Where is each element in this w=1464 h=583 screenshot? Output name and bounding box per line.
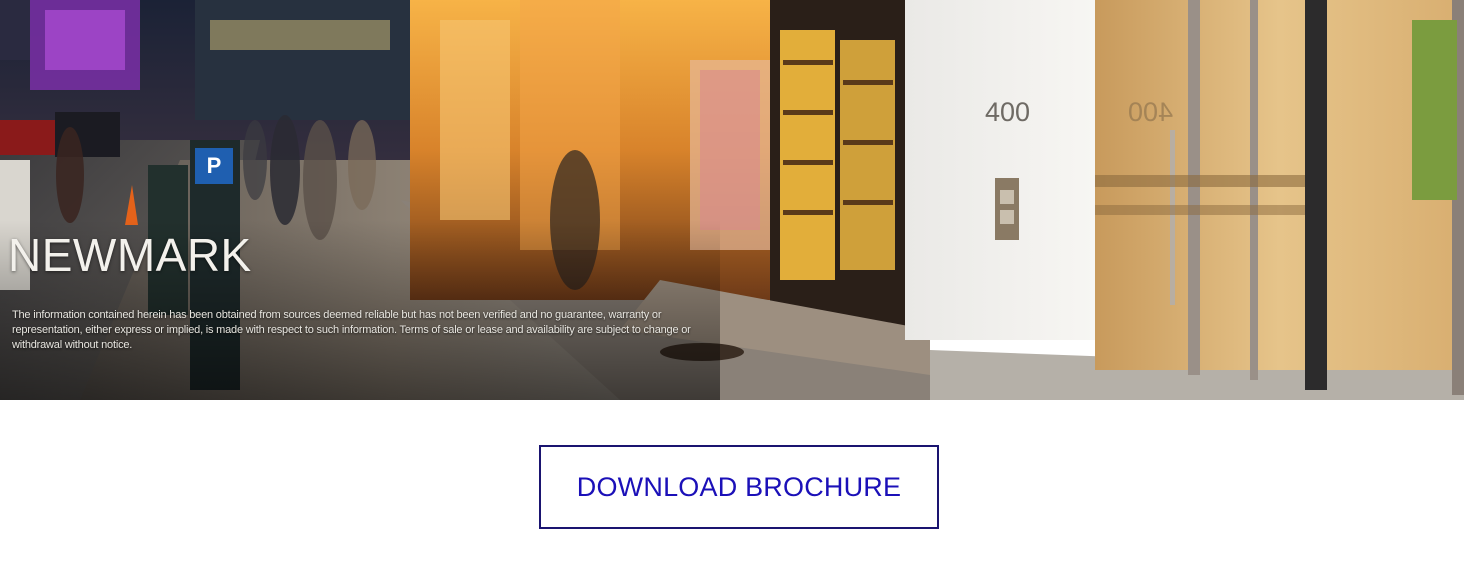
parking-sign: P <box>206 153 222 178</box>
address-number-reflection: 400 <box>1128 97 1174 127</box>
page: NEWMARK The information contained herein… <box>0 0 1464 583</box>
brand-logo: NEWMARK <box>8 229 252 281</box>
download-brochure-button[interactable]: DOWNLOAD BROCHURE <box>539 445 939 529</box>
disclaimer-text: The information contained herein has bee… <box>12 309 691 351</box>
address-number: 400 <box>985 97 1031 127</box>
download-brochure-label: DOWNLOAD BROCHURE <box>576 471 902 502</box>
hero-image: NEWMARK The information contained herein… <box>0 0 1464 400</box>
